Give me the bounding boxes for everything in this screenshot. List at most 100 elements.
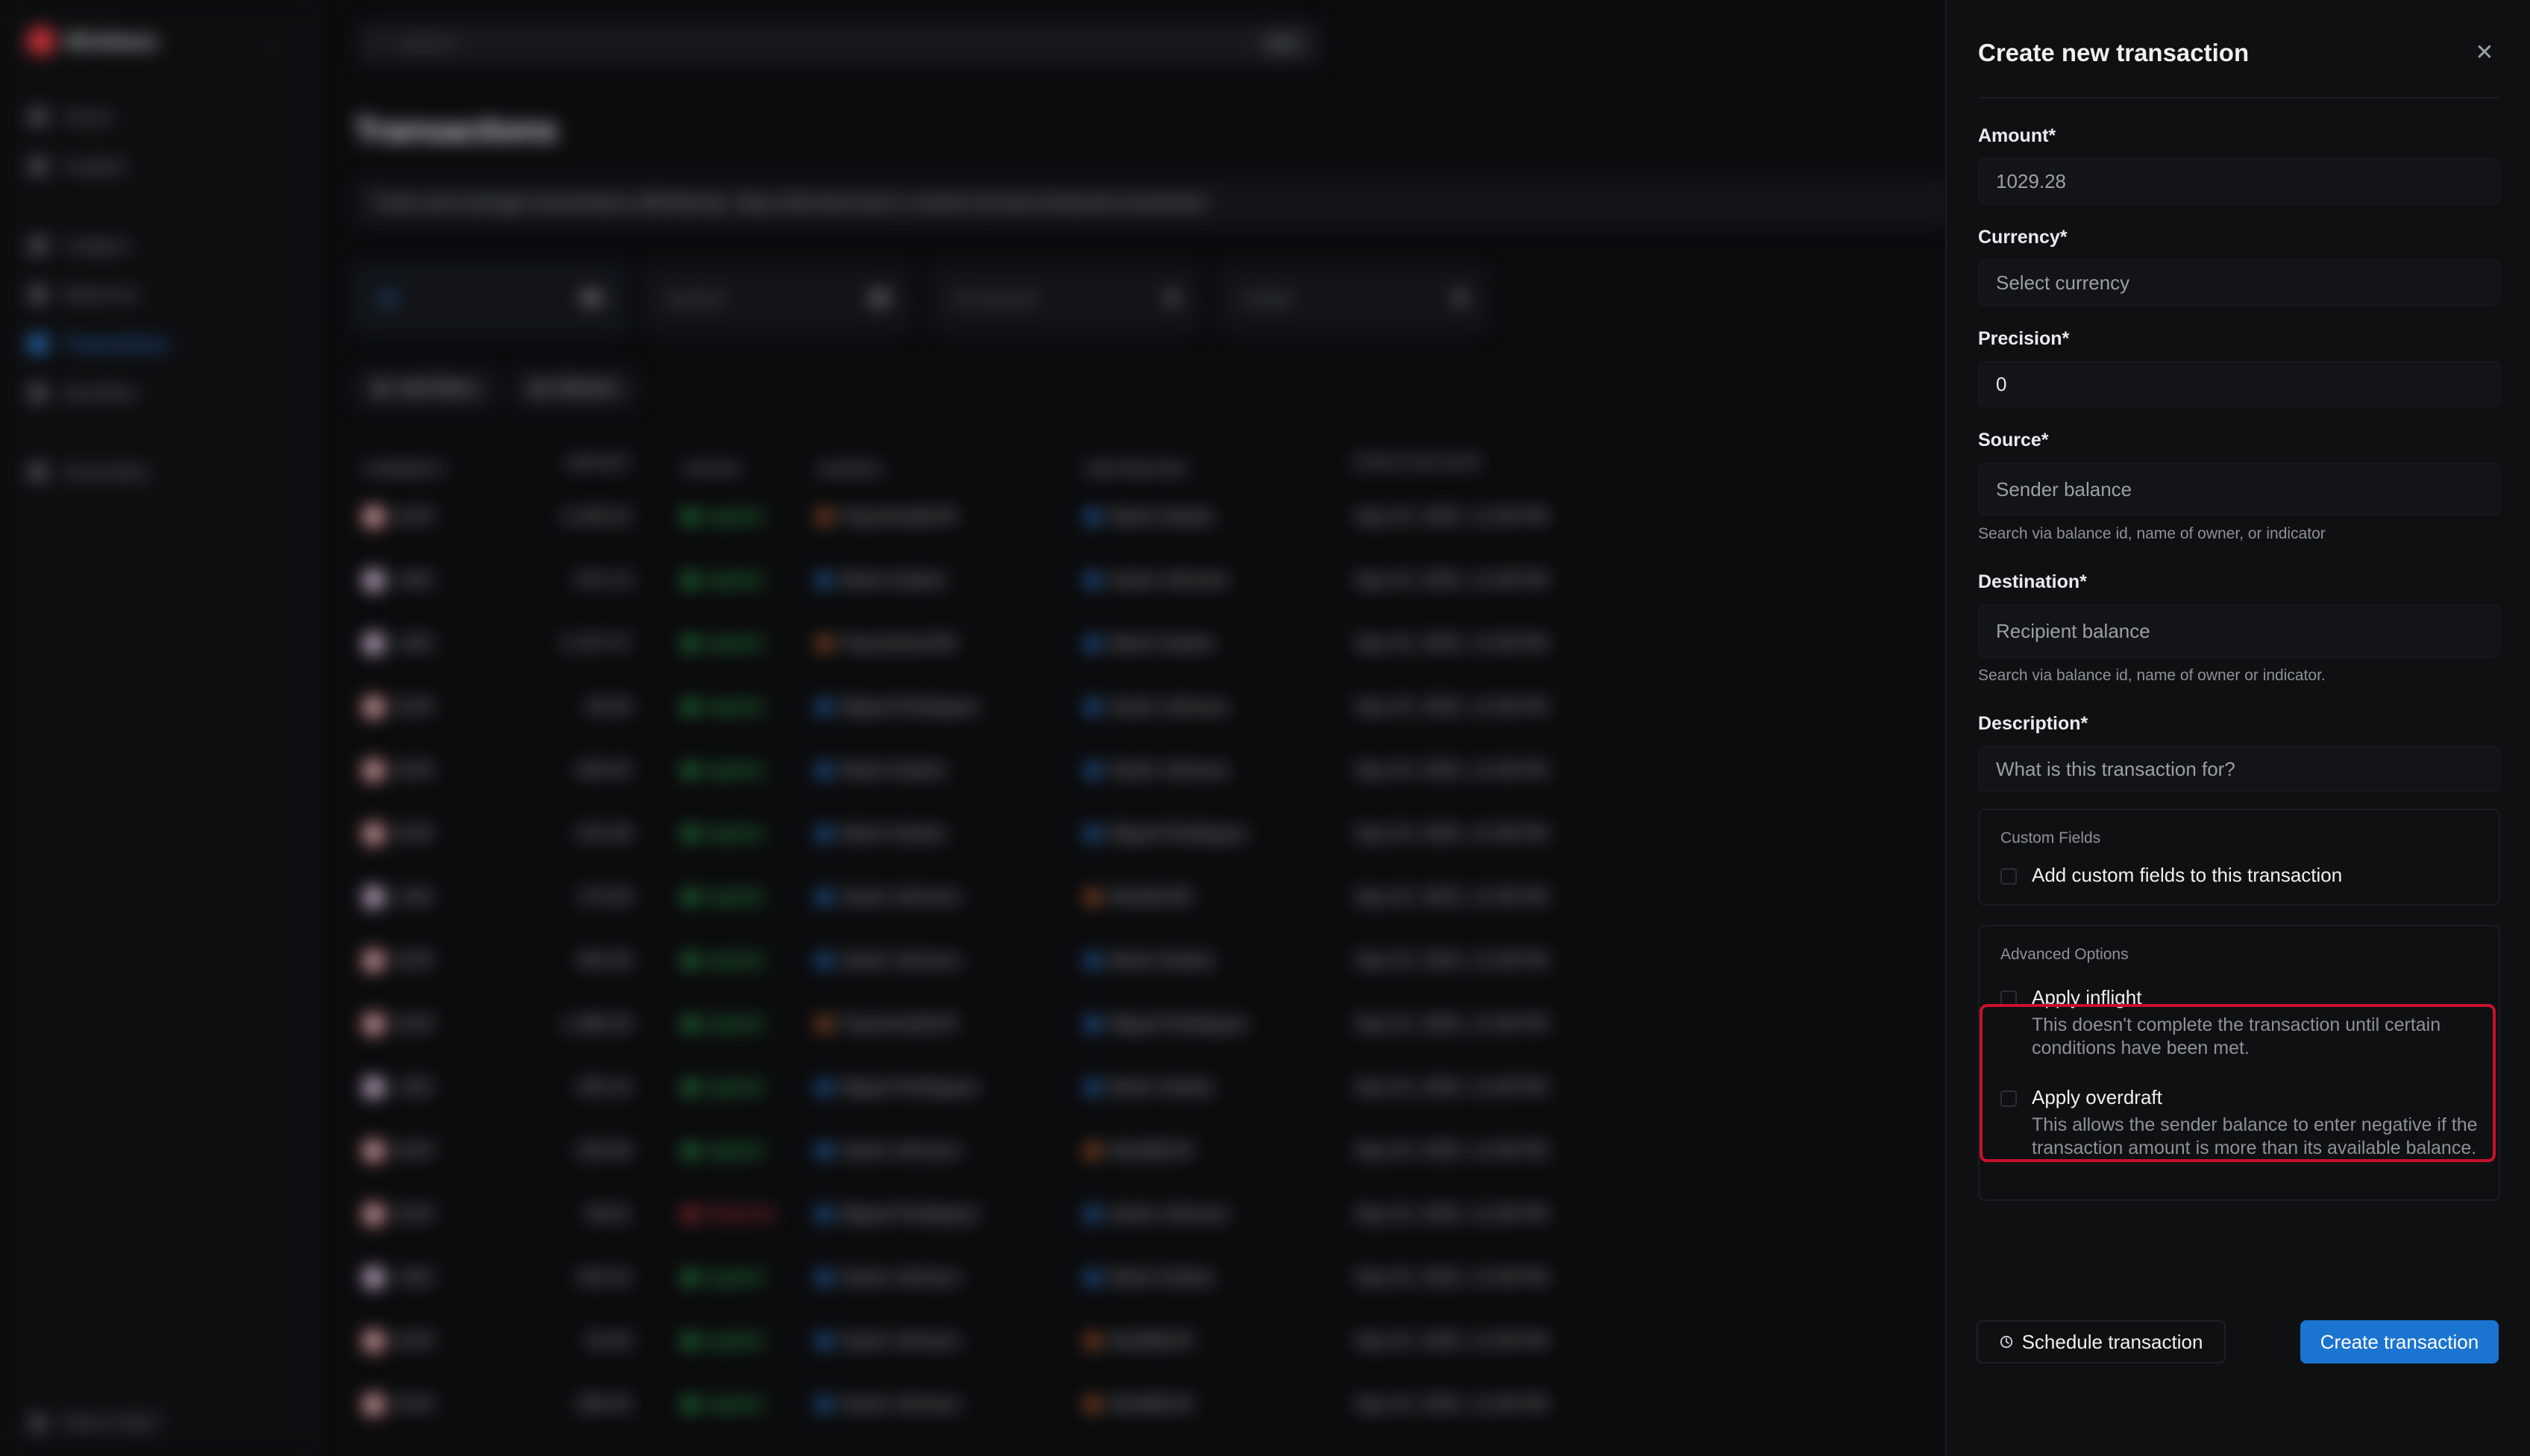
search-input[interactable]: ⌕ Search ⌘K <box>358 22 1320 64</box>
date-cell: Sep 25, 2025, 12:38 PM <box>1355 569 1548 590</box>
tab-inflight[interactable]: Inflight 0 <box>1219 267 1487 331</box>
sidebar-item-insights[interactable]: Insights <box>30 142 283 191</box>
currency-cell: EUR <box>355 1139 549 1162</box>
overdraft-checkbox[interactable] <box>2000 1091 2017 1107</box>
currency-cell: USD <box>355 632 549 655</box>
brand-logo <box>28 28 54 54</box>
sidebar-item-home[interactable]: Home <box>30 92 283 142</box>
date-cell: Sep 25, 2025, 12:38 PM <box>1355 633 1548 653</box>
status-dot-icon <box>683 1080 697 1094</box>
table-row[interactable]: EUR 228.08 Applied Sarah Johnson WorldEUR Sep… <box>355 1119 1944 1182</box>
source-cell: Marie Dubois <box>817 760 1086 781</box>
custom-fields-label: Add custom fields to this transaction <box>2032 864 2343 886</box>
status-badge: Applied <box>631 633 817 654</box>
destination-cell: Marie Dubois <box>1086 1077 1355 1098</box>
sidebar-item-identities[interactable]: Identities <box>30 368 283 418</box>
status-dot-icon <box>683 636 697 650</box>
amount-input[interactable]: 1029.28 <box>1978 158 2500 204</box>
currency-cell: EUR <box>355 505 549 528</box>
destination-avatar-icon <box>1086 1397 1099 1411</box>
tab-applied[interactable]: Applied 20 <box>643 267 911 331</box>
status-dot-icon <box>683 1207 697 1221</box>
amount-label: Amount* <box>1978 125 2056 146</box>
refresh-icon <box>531 382 545 395</box>
destination-cell: Marie Dubois <box>1086 506 1355 527</box>
table-row[interactable]: USD 974.13 Applied Marie Dubois Sarah Johnso… <box>355 548 1944 612</box>
sidebar-item-anomalies[interactable]: Anomalies <box>30 448 283 497</box>
destination-avatar-icon <box>1086 573 1099 587</box>
currency-select[interactable]: Select currency <box>1978 260 2500 306</box>
destination-cell: Miguel Rodriguez <box>1086 823 1355 844</box>
refresh-button[interactable]: Refresh <box>512 370 636 407</box>
table-header: CURRENCY AMOUNT STATUS SOURCE DESTINATIO… <box>362 455 1481 478</box>
table-row[interactable]: EUR 1,388.39 Applied PaymentsEUR Miguel Rodr… <box>355 992 1944 1055</box>
currency-cell: EUR <box>355 1012 549 1035</box>
source-avatar-icon <box>817 509 831 524</box>
create-transaction-button[interactable]: Create transaction <box>2300 1320 2499 1364</box>
table-row[interactable]: EUR 223.38 Applied Marie Dubois Miguel Rodri… <box>355 802 1944 865</box>
destination-avatar-icon <box>1086 636 1099 650</box>
table-row[interactable]: EUR 50.83 Applied Miguel Rodriguez Sarah Joh… <box>355 675 1944 738</box>
destination-avatar-icon <box>1086 953 1099 967</box>
currency-flag-icon <box>362 1139 385 1162</box>
status-dot-icon <box>683 1334 697 1348</box>
description-input[interactable]: What is this transaction for? <box>1978 746 2500 792</box>
inflight-checkbox[interactable] <box>2000 991 2017 1007</box>
table-row[interactable]: EUR 92.93 Applied Sarah Johnson WorldEUR Sep … <box>355 1309 1944 1372</box>
date-cell: Sep 25, 2025, 12:38 PM <box>1355 1393 1548 1414</box>
amount-cell: 974.13 <box>576 569 631 590</box>
source-cell: Sarah Johnson <box>817 887 1086 908</box>
help-link[interactable]: Need Help? <box>30 1412 161 1434</box>
sidebar-item-balances[interactable]: Balances <box>30 270 283 319</box>
tab-all[interactable]: All 99 <box>355 267 624 331</box>
table-row[interactable]: EUR 280.05 Applied Sarah Johnson WorldEUR Sep… <box>355 1372 1944 1436</box>
destination-avatar-icon <box>1086 826 1099 841</box>
precision-input[interactable]: 0 <box>1978 361 2500 407</box>
close-icon[interactable]: ✕ <box>2472 40 2497 66</box>
table-row[interactable]: EUR 3,109.32 Applied PaymentsEUR Marie Duboi… <box>355 485 1944 548</box>
source-avatar-icon <box>817 1334 831 1348</box>
sidebar-item-transactions[interactable]: Transactions <box>30 319 283 368</box>
table-toolbar: Add filters Refresh <box>355 370 636 407</box>
shortcut-badge: ⌘K <box>1261 31 1304 56</box>
add-filters-button[interactable]: Add filters <box>355 370 496 407</box>
table-row[interactable]: USD 333.42 Applied Sarah Johnson Marie Duboi… <box>355 1246 1944 1309</box>
currency-flag-icon <box>362 1266 385 1289</box>
date-cell: Sep 25, 2025, 12:38 PM <box>1355 1076 1548 1097</box>
status-dot-icon <box>683 826 697 841</box>
tab-scheduled[interactable]: Scheduled 0 <box>931 267 1199 331</box>
currency-cell: USD <box>355 885 549 909</box>
table-row[interactable]: EUR 450.92 Applied Marie Dubois Sarah Johnso… <box>355 738 1944 802</box>
status-dot-icon <box>683 1143 697 1158</box>
table-row[interactable]: USD 179.49 Applied Sarah Johnson WorldUSD Sep… <box>355 865 1944 929</box>
schedule-transaction-button[interactable]: Schedule transaction <box>1977 1320 2226 1364</box>
status-dot-icon <box>683 1017 697 1031</box>
source-label: Source* <box>1978 430 2049 451</box>
status-badge: Applied <box>631 1267 817 1288</box>
source-input[interactable]: Sender balance <box>1978 462 2500 516</box>
destination-avatar-icon <box>1086 763 1099 777</box>
destination-input[interactable]: Recipient balance <box>1978 604 2500 658</box>
table-row[interactable]: USD 335.32 Applied Miguel Rodriguez Marie Du… <box>355 1055 1944 1119</box>
brand[interactable]: Blinkbase ⌄ <box>28 28 280 54</box>
table-row[interactable]: EUR 99.81 Rejected Miguel Rodriguez Sarah Jo… <box>355 1182 1944 1246</box>
destination-avatar-icon <box>1086 1143 1099 1158</box>
currency-flag-icon <box>362 632 385 655</box>
source-avatar-icon <box>817 573 831 587</box>
table-row[interactable]: USD 3,767.57 Applied PaymentsUSD Marie Duboi… <box>355 612 1944 675</box>
source-avatar-icon <box>817 953 831 967</box>
status-badge: Applied <box>631 1394 817 1415</box>
amount-cell: 228.08 <box>576 1140 631 1161</box>
date-cell: Sep 25, 2025, 12:38 PM <box>1355 759 1548 780</box>
date-cell: Sep 25, 2025, 12:38 PM <box>1355 1013 1548 1034</box>
table-row[interactable]: EUR 494.58 Applied Sarah Johnson Marie Duboi… <box>355 929 1944 992</box>
inflight-option: Apply inflight This doesn't complete the… <box>2000 986 2479 1060</box>
identity-icon <box>30 385 46 401</box>
status-badge: Rejected <box>631 1204 817 1225</box>
custom-fields-checkbox[interactable] <box>2000 868 2017 885</box>
destination-cell: WorldEUR <box>1086 1331 1355 1352</box>
sidebar-item-ledgers[interactable]: Ledgers <box>30 221 283 270</box>
currency-cell: EUR <box>355 759 549 782</box>
amount-cell: 3,109.32 <box>561 506 631 527</box>
destination-avatar-icon <box>1086 700 1099 714</box>
